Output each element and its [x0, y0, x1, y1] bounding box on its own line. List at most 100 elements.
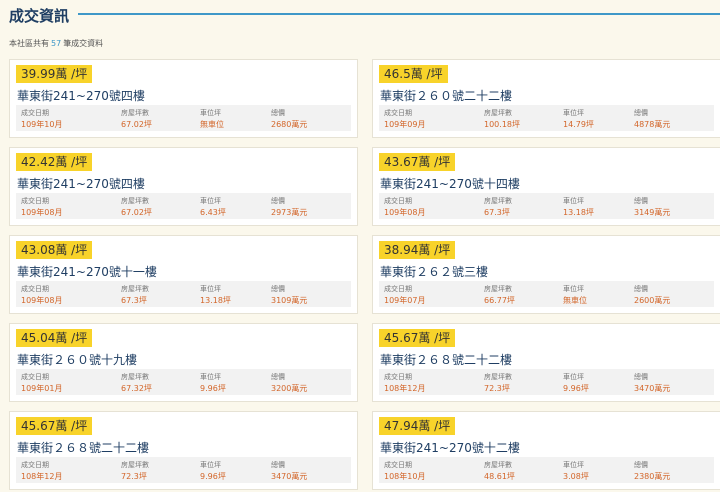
date-cell: 成交日期 109年09月 [379, 105, 479, 131]
total-value: 3149萬元 [634, 208, 671, 217]
parking-label: 車位坪 [563, 461, 584, 469]
unit-price-badge: 38.94萬 /坪 [379, 241, 456, 259]
property-address[interactable]: 華東街２６８號二十二樓 [17, 439, 149, 456]
unit-price-badge: 43.67萬 /坪 [379, 153, 456, 171]
transaction-card[interactable]: 43.08萬 /坪 華東街241~270號十一樓 成交日期 109年08月 房屋坪數 67… [9, 235, 358, 314]
area-label: 房屋坪數 [121, 109, 149, 117]
unit-price-badge: 45.67萬 /坪 [16, 417, 93, 435]
property-address[interactable]: 華東街２６８號二十二樓 [380, 351, 512, 368]
parking-value: 9.96坪 [200, 384, 226, 393]
area-value: 66.77坪 [484, 296, 515, 305]
transaction-card[interactable]: 46.5萬 /坪 華東街２６０號二十二樓 成交日期 109年09月 房屋坪數 100.18… [372, 59, 720, 138]
total-value: 3109萬元 [271, 296, 308, 305]
property-address[interactable]: 華東街241~270號四樓 [17, 175, 145, 192]
transaction-card[interactable]: 47.94萬 /坪 華東街241~270號十二樓 成交日期 108年10月 房屋坪數 48… [372, 411, 720, 490]
parking-value: 13.18坪 [563, 208, 594, 217]
date-cell: 成交日期 109年07月 [379, 281, 479, 307]
area-cell: 房屋坪數 48.61坪 [479, 457, 558, 483]
area-value: 48.61坪 [484, 472, 515, 481]
parking-value: 6.43坪 [200, 208, 226, 217]
date-label: 成交日期 [384, 461, 412, 469]
detail-row: 成交日期 109年07月 房屋坪數 66.77坪 車位坪無車位 總價 2600萬元 [379, 281, 714, 307]
transaction-card[interactable]: 43.67萬 /坪 華東街241~270號十四樓 成交日期 109年08月 房屋坪數 67… [372, 147, 720, 226]
date-cell: 成交日期 109年10月 [16, 105, 116, 131]
area-cell: 房屋坪數 67.02坪 [116, 105, 195, 131]
area-cell: 房屋坪數 72.3坪 [479, 369, 558, 395]
detail-row: 成交日期 109年08月 房屋坪數 67.3坪 車位坪 13.18坪 總價 3109萬元 [16, 281, 351, 307]
detail-row: 成交日期 109年08月 房屋坪數 67.3坪 車位坪 13.18坪 總價 3149萬元 [379, 193, 714, 219]
transaction-card[interactable]: 45.67萬 /坪華東街２６８號二十二樓 成交日期 108年12月 房屋坪數 72.3坪… [9, 411, 358, 490]
area-value: 67.02坪 [121, 208, 152, 217]
summary-suffix: 筆成交資料 [63, 39, 104, 48]
total-label: 總價 [634, 461, 648, 469]
date-label: 成交日期 [21, 461, 49, 469]
parking-cell: 車位坪 無車位 [195, 105, 266, 131]
transaction-card[interactable]: 39.99萬 /坪 華東街241~270號四樓 成交日期 109年10月 房屋坪數 67.… [9, 59, 358, 138]
total-label: 總價 [271, 109, 285, 117]
parking-label: 車位坪 [563, 109, 584, 117]
total-label: 總價 [271, 285, 285, 293]
date-label: 成交日期 [21, 109, 49, 117]
parking-value: 9.96坪 [200, 472, 226, 481]
area-value: 67.32坪 [121, 384, 152, 393]
transaction-card[interactable]: 45.67萬 /坪 華東街２６８號二十二樓 成交日期 108年12月 房屋坪數 72.3坪… [372, 323, 720, 402]
total-cell: 總價 4878萬元 [629, 105, 714, 131]
total-cell: 總價 2680萬元 [266, 105, 351, 131]
area-value: 67.3坪 [121, 296, 147, 305]
date-label: 成交日期 [384, 197, 412, 205]
date-value: 109年08月 [21, 208, 63, 217]
area-value: 67.02坪 [121, 120, 152, 129]
date-label: 成交日期 [21, 373, 49, 381]
parking-value: 3.08坪 [563, 472, 589, 481]
parking-label: 車位坪 [200, 197, 221, 205]
date-value: 109年08月 [384, 208, 426, 217]
parking-label: 車位坪 [200, 373, 221, 381]
area-label: 房屋坪數 [121, 197, 149, 205]
date-value: 109年10月 [21, 120, 63, 129]
total-label: 總價 [271, 461, 285, 469]
parking-cell: 車位坪 9.96坪 [558, 369, 629, 395]
unit-price-badge: 46.5萬 /坪 [379, 65, 448, 83]
parking-cell: 車位坪 9.96坪 [195, 369, 266, 395]
total-value: 2973萬元 [271, 208, 308, 217]
property-address[interactable]: 華東街241~270號十四樓 [380, 175, 520, 192]
area-cell: 房屋坪數 67.02坪 [116, 193, 195, 219]
area-label: 房屋坪數 [484, 373, 512, 381]
total-label: 總價 [634, 373, 648, 381]
property-address[interactable]: 華東街２６０號二十二樓 [380, 87, 512, 104]
total-cell: 總價 2600萬元 [629, 281, 714, 307]
date-label: 成交日期 [384, 373, 412, 381]
unit-price-badge: 43.08萬 /坪 [16, 241, 93, 259]
area-cell: 房屋坪數 72.3坪 [116, 457, 195, 483]
area-cell: 房屋坪數 66.77坪 [479, 281, 558, 307]
parking-cell: 車位坪 14.79坪 [558, 105, 629, 131]
date-cell: 成交日期 108年12月 [16, 457, 116, 483]
total-cell: 總價 3470萬元 [629, 369, 714, 395]
property-address[interactable]: 華東街241~270號四樓 [17, 87, 145, 104]
transaction-card[interactable]: 42.42萬 /坪 華東街241~270號四樓 成交日期 109年08月 房屋坪數 67.… [9, 147, 358, 226]
area-label: 房屋坪數 [484, 461, 512, 469]
date-cell: 成交日期 109年08月 [379, 193, 479, 219]
area-value: 72.3坪 [484, 384, 510, 393]
detail-row: 成交日期 109年10月 房屋坪數 67.02坪 車位坪 無車位 總價 2680萬元 [16, 105, 351, 131]
date-label: 成交日期 [21, 197, 49, 205]
area-label: 房屋坪數 [484, 109, 512, 117]
parking-value: 無車位 [563, 296, 587, 305]
date-label: 成交日期 [384, 285, 412, 293]
parking-cell: 車位坪 6.43坪 [195, 193, 266, 219]
total-value: 2600萬元 [634, 296, 671, 305]
date-cell: 成交日期 108年12月 [379, 369, 479, 395]
transaction-card[interactable]: 38.94萬 /坪華東街２６２號三樓 成交日期 109年07月 房屋坪數 66.77坪 車… [372, 235, 720, 314]
property-address[interactable]: 華東街241~270號十一樓 [17, 263, 157, 280]
transaction-card[interactable]: 45.04萬 /坪 華東街２６０號十九樓 成交日期 109年01月 房屋坪數 67.32坪… [9, 323, 358, 402]
transaction-summary: 本社區共有 57 筆成交資料 [9, 38, 103, 49]
total-value: 3200萬元 [271, 384, 308, 393]
property-address[interactable]: 華東街２６２號三樓 [380, 263, 488, 280]
total-label: 總價 [634, 285, 648, 293]
property-address[interactable]: 華東街241~270號十二樓 [380, 439, 520, 456]
total-cell: 總價 2380萬元 [629, 457, 714, 483]
parking-label: 車位坪 [563, 285, 584, 293]
property-address[interactable]: 華東街２６０號十九樓 [17, 351, 137, 368]
total-label: 總價 [634, 109, 648, 117]
area-label: 房屋坪數 [121, 373, 149, 381]
